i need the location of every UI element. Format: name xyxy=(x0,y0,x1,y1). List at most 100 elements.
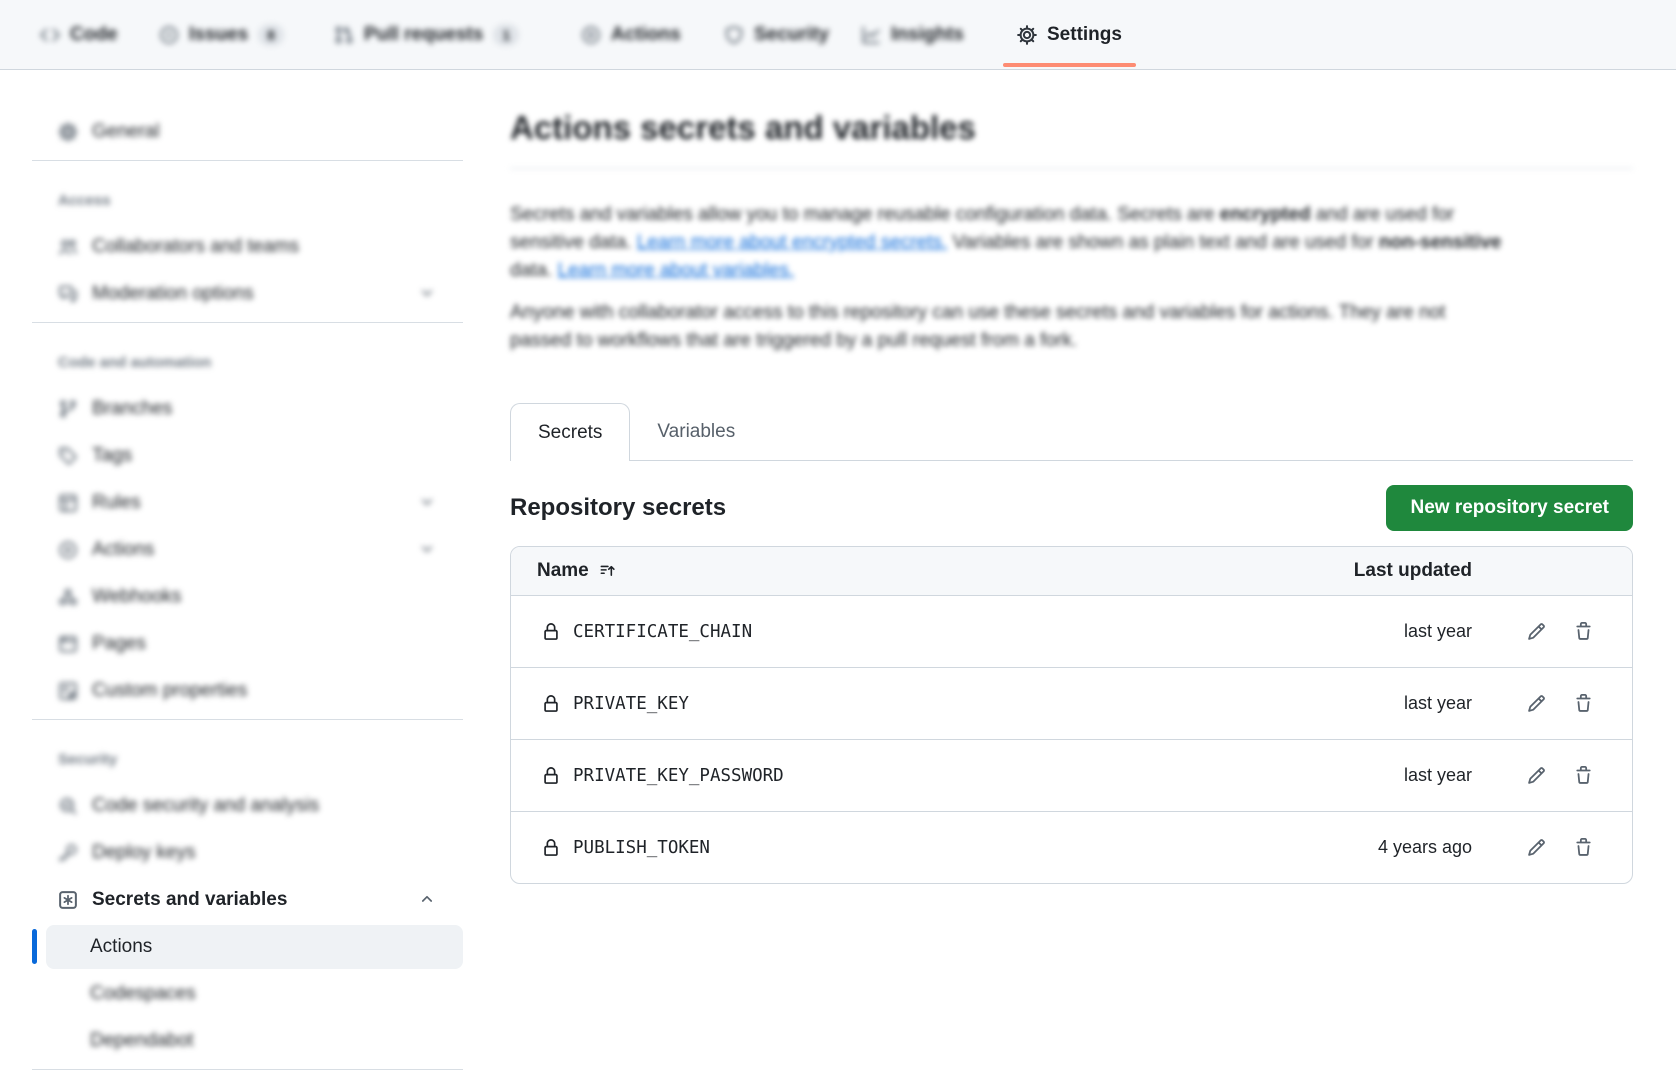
sidebar-item-label: Rules xyxy=(92,492,141,514)
text-segment: encrypted xyxy=(1220,204,1311,225)
nav-tab-label: Security xyxy=(754,24,829,46)
trash-icon xyxy=(1574,838,1593,857)
sidebar-item-tags[interactable]: Tags xyxy=(32,432,463,479)
sidebar-subitem-codespaces[interactable]: Codespaces xyxy=(32,970,463,1017)
tab-label: Secrets xyxy=(538,422,602,444)
secret-row: PUBLISH_TOKEN4 years ago xyxy=(511,811,1632,883)
sidebar-item-label: Deploy keys xyxy=(92,842,196,864)
count-badge: 8 xyxy=(258,24,284,46)
nav-tab-code[interactable]: Code xyxy=(40,0,118,69)
text-segment: data. xyxy=(510,260,558,281)
nav-tab-label: Code xyxy=(70,24,118,46)
sidebar-item-actions[interactable]: Actions xyxy=(32,526,463,573)
tab-variables[interactable]: Variables xyxy=(630,403,762,460)
nav-tab-security[interactable]: Security xyxy=(724,0,829,69)
repository-secrets-header-row: Repository secrets New repository secret xyxy=(510,485,1633,531)
pencil-icon xyxy=(1527,838,1546,857)
sidebar-item-webhooks[interactable]: Webhooks xyxy=(32,573,463,620)
sidebar-item-collaborators-and-teams[interactable]: Collaborators and teams xyxy=(32,223,463,270)
delete-secret-button[interactable] xyxy=(1573,838,1593,858)
delete-secret-button[interactable] xyxy=(1573,622,1593,642)
sidebar-item-secrets-and-variables[interactable]: Secrets and variables xyxy=(32,876,463,923)
sidebar-item-label: Tags xyxy=(92,445,132,467)
webhook-icon xyxy=(58,587,78,607)
repo-tab-navigation: Code Issues 8 Pull requests1 Actions Security… xyxy=(0,0,1676,70)
sidebar-item-label: Pages xyxy=(92,633,146,655)
nav-tab-insights[interactable]: Insights xyxy=(861,0,964,69)
page-title: Actions secrets and variables xyxy=(510,108,1633,148)
shield-icon xyxy=(724,25,744,45)
sidebar-item-branches[interactable]: Branches xyxy=(32,385,463,432)
gear-icon xyxy=(58,122,78,142)
sidebar-subitem-label: Dependabot xyxy=(90,1030,194,1052)
repository-secrets-table: Name Last updated CERTIFICATE_CHAINlast … xyxy=(510,546,1633,884)
nav-tab-pull-requests[interactable]: Pull requests1 xyxy=(334,0,519,69)
sort-ascending-icon xyxy=(599,562,616,579)
nav-tab-actions[interactable]: Actions xyxy=(581,0,681,69)
delete-secret-button[interactable] xyxy=(1573,766,1593,786)
sidebar-subitem-actions[interactable]: Actions xyxy=(32,923,463,970)
name-column-header[interactable]: Name xyxy=(537,560,589,582)
sidebar-item-label: Actions xyxy=(92,539,154,561)
sidebar-item-deploy-keys[interactable]: Deploy keys xyxy=(32,829,463,876)
edit-secret-button[interactable] xyxy=(1526,766,1546,786)
issue-opened-icon xyxy=(159,25,179,45)
sidebar-item-label: Custom properties xyxy=(92,680,247,702)
text-segment: Secrets and variables allow you to manag… xyxy=(510,204,1220,225)
nav-tab-settings[interactable]: Settings xyxy=(1003,0,1136,69)
nav-tab-issues[interactable]: Issues 8 xyxy=(159,0,284,69)
secret-row: CERTIFICATE_CHAIN last year xyxy=(511,595,1632,667)
git-branch-icon xyxy=(58,399,78,419)
sidebar-item-label: Code security and analysis xyxy=(92,795,319,817)
sidebar-item-moderation-options[interactable]: Moderation options xyxy=(32,270,463,317)
sidebar-item-label: Collaborators and teams xyxy=(92,236,299,258)
sidebar-subitem-label: Codespaces xyxy=(90,983,196,1005)
sidebar-item-label: General xyxy=(92,121,160,143)
trash-icon xyxy=(1574,694,1593,713)
nav-tab-label: Settings xyxy=(1047,24,1122,46)
chevron-down-icon xyxy=(419,285,435,301)
sidebar-item-pages[interactable]: Pages xyxy=(32,620,463,667)
text-segment: sensitive data. xyxy=(510,232,637,253)
last-updated-column-header: Last updated xyxy=(1354,560,1472,582)
trash-icon xyxy=(1574,622,1593,641)
sidebar-section-code-and-automation: Code and automation xyxy=(32,349,463,377)
intro-block: Actions secrets and variables Secrets an… xyxy=(510,108,1633,355)
nav-tab-label: Pull requests xyxy=(364,24,483,46)
sidebar-item-rules[interactable]: Rules xyxy=(32,479,463,526)
repository-secrets-heading: Repository secrets xyxy=(510,494,726,522)
lock-icon xyxy=(542,695,560,713)
sidebar-subitem-dependabot[interactable]: Dependabot xyxy=(32,1017,463,1064)
delete-secret-button[interactable] xyxy=(1573,694,1593,714)
nav-tab-label: Insights xyxy=(891,24,964,46)
secret-last-updated: last year xyxy=(1404,621,1472,642)
main-content: Actions secrets and variables Secrets an… xyxy=(510,100,1633,884)
edit-secret-button[interactable] xyxy=(1526,694,1546,714)
description-paragraph-1: Secrets and variables allow you to manag… xyxy=(510,201,1633,285)
chevron-down-icon xyxy=(419,541,435,557)
git-pull-request-icon xyxy=(334,25,354,45)
edit-secret-button[interactable] xyxy=(1526,838,1546,858)
nav-tab-label: Issues xyxy=(189,24,248,46)
table-header-row: Name Last updated xyxy=(511,547,1632,595)
secret-row: PRIVATE_KEY_PASSWORDlast year xyxy=(511,739,1632,811)
sidebar-section-access: Access xyxy=(32,187,463,215)
secret-row: PRIVATE_KEYlast year xyxy=(511,667,1632,739)
people-icon xyxy=(58,237,78,257)
title-divider xyxy=(510,168,1633,169)
secrets-variables-tabs: Secrets Variables xyxy=(510,403,1633,461)
sidebar-item-general[interactable]: General xyxy=(32,108,463,155)
secret-last-updated: last year xyxy=(1404,693,1472,714)
new-repository-secret-button[interactable]: New repository secret xyxy=(1386,485,1633,531)
sidebar-item-custom-properties[interactable]: Custom properties xyxy=(32,667,463,714)
sidebar-item-code-security-and-analysis[interactable]: Code security and analysis xyxy=(32,782,463,829)
learn-more-encrypted-secrets-link[interactable]: Learn more about encrypted secrets. xyxy=(637,232,948,253)
gear-icon xyxy=(1017,25,1037,45)
secret-name: CERTIFICATE_CHAIN xyxy=(573,622,752,642)
learn-more-variables-link[interactable]: Learn more about variables. xyxy=(558,260,795,281)
lock-icon xyxy=(542,767,560,785)
tab-secrets[interactable]: Secrets xyxy=(510,403,630,461)
sidebar-section-security: Security xyxy=(32,746,463,774)
edit-secret-button[interactable] xyxy=(1526,622,1546,642)
lock-icon xyxy=(542,839,560,857)
